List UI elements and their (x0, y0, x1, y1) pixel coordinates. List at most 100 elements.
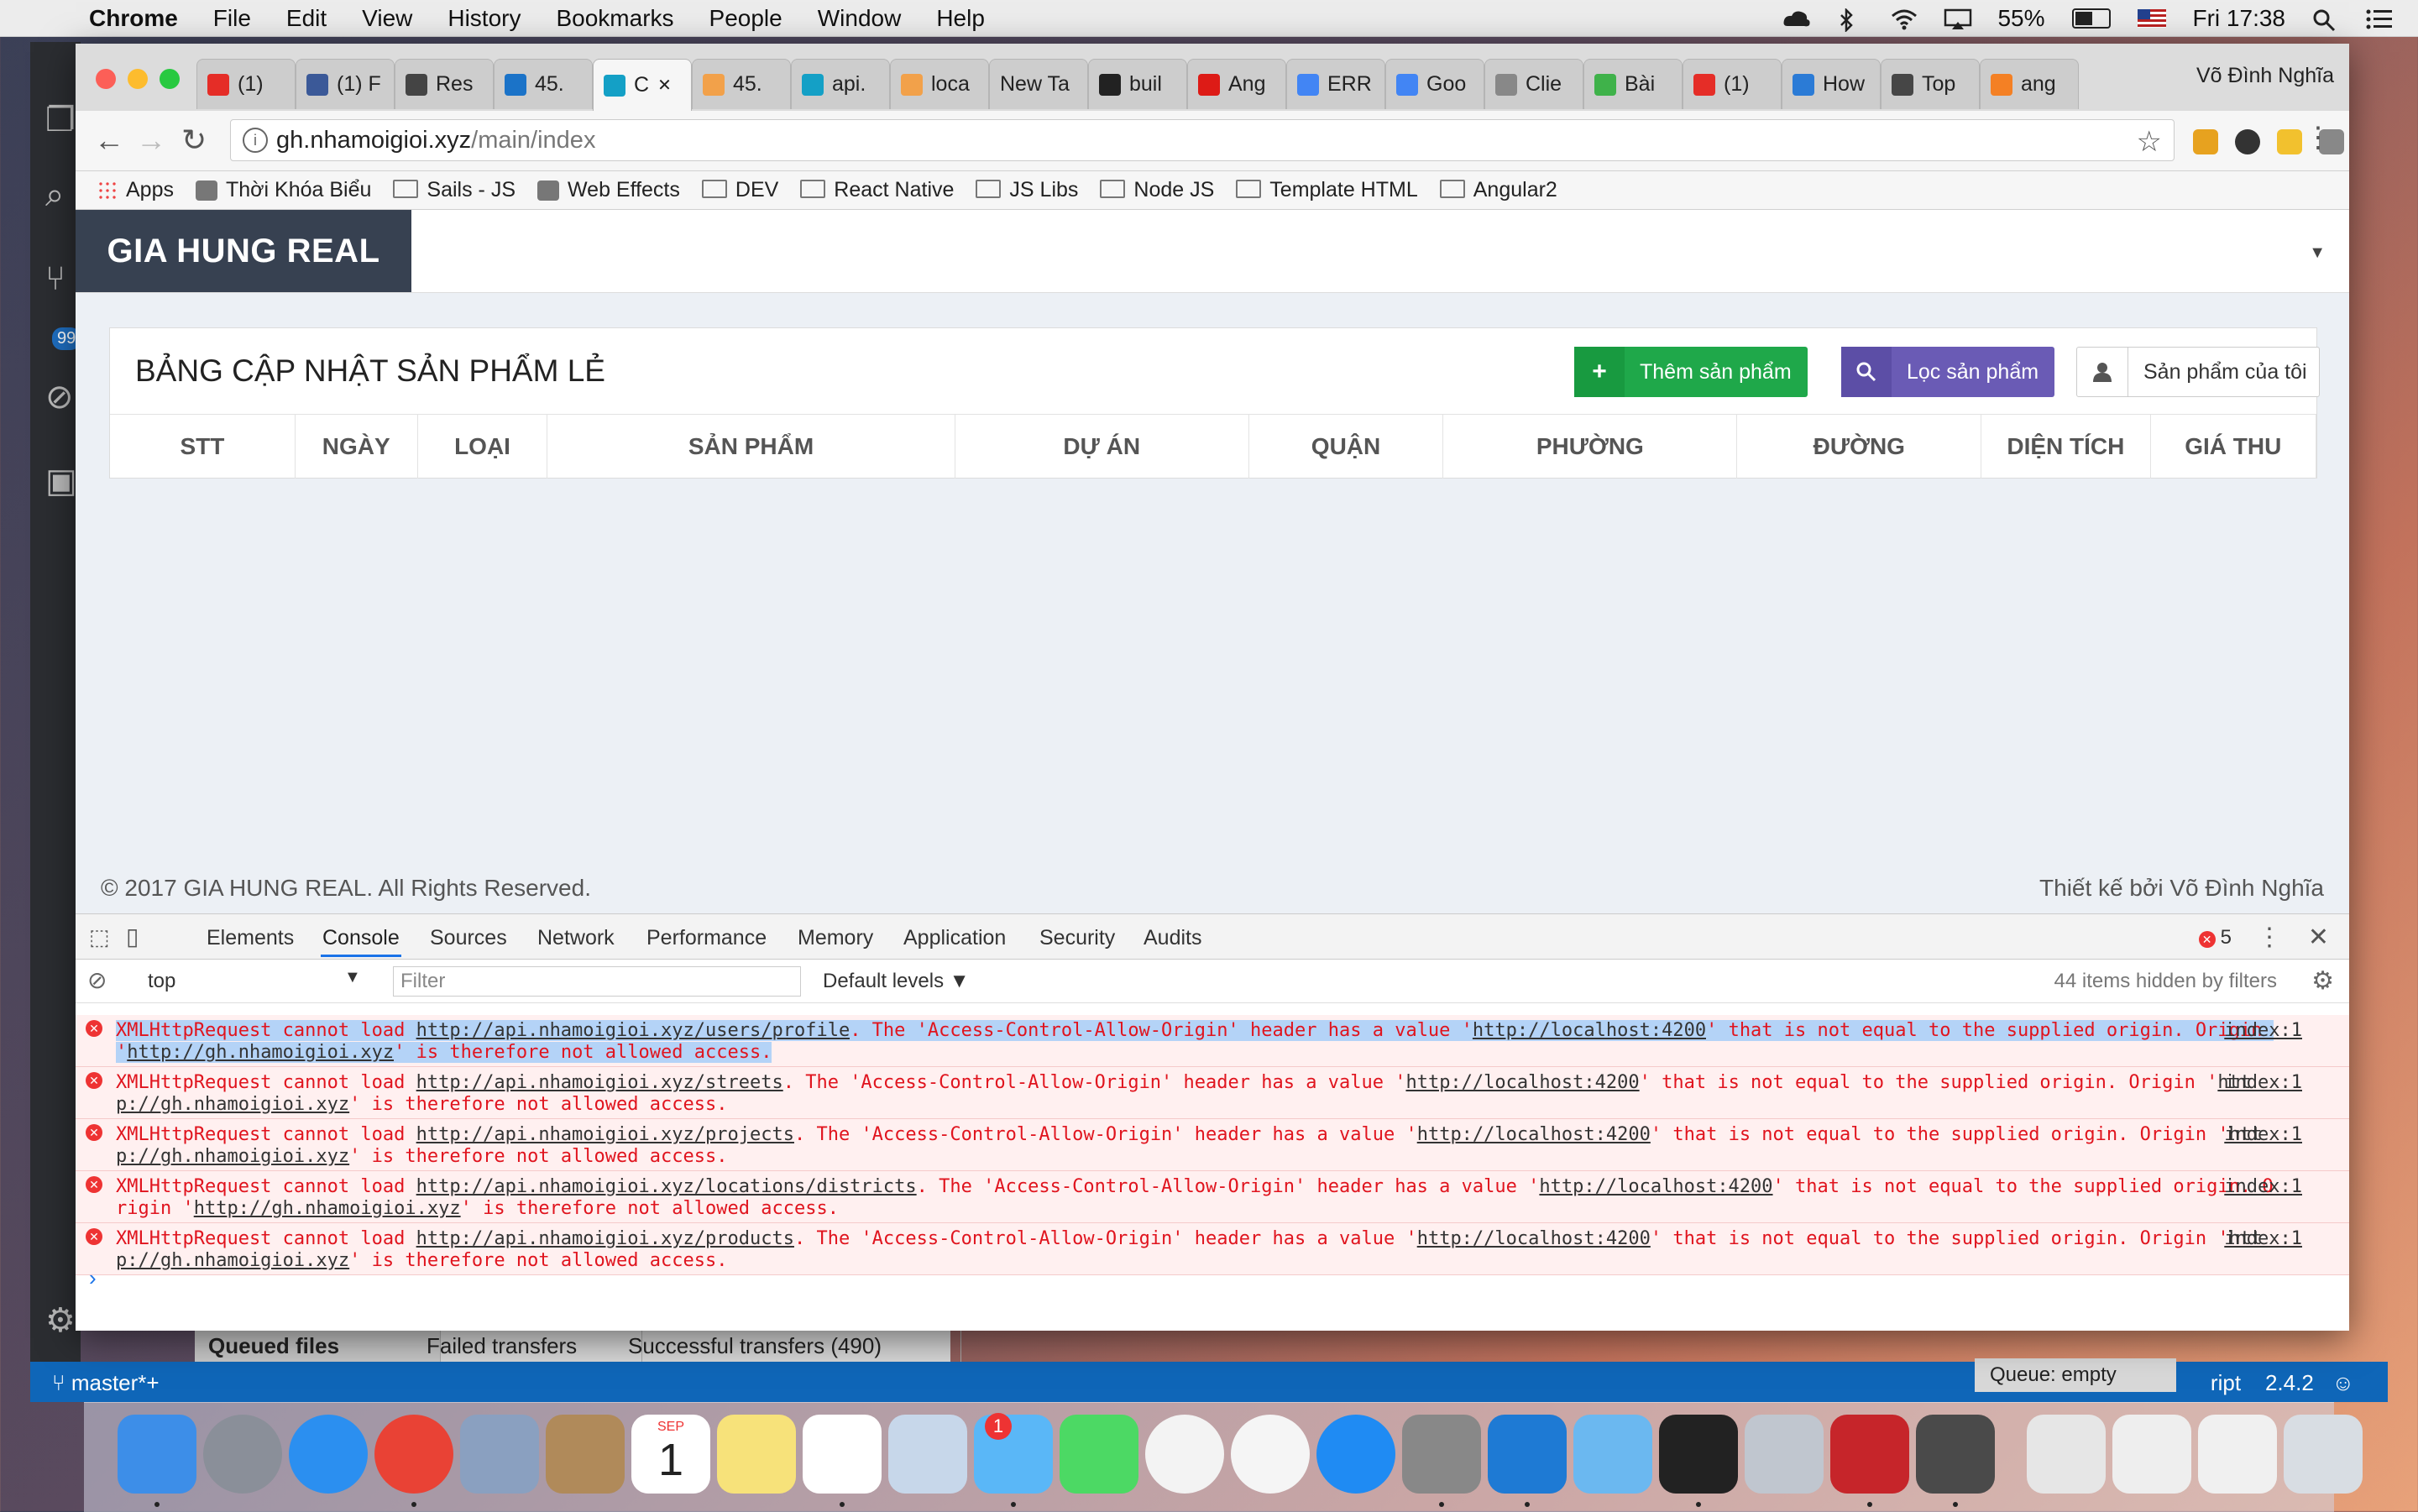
table-column-header[interactable]: ĐƯỜNG (1737, 415, 1982, 479)
table-column-header[interactable]: DIỆN TÍCH (1981, 415, 2151, 479)
menu-view[interactable]: View (362, 5, 412, 32)
browser-tab[interactable]: Goo (1385, 59, 1484, 109)
minimize-window-button[interactable] (128, 69, 148, 89)
filter-products-button[interactable]: Lọc sản phẩm (1841, 347, 2054, 397)
chrome-menu-icon[interactable]: ⋮ (2304, 121, 2332, 154)
zoom-window-button[interactable] (160, 69, 180, 89)
console-prompt[interactable]: › (89, 1265, 97, 1291)
table-column-header[interactable]: LOẠI (418, 415, 548, 479)
bookmark-item[interactable]: Angular2 (1439, 178, 1557, 202)
nav-dropdown-caret-icon[interactable]: ▼ (2309, 243, 2326, 263)
context-selector[interactable]: top (148, 970, 175, 993)
bookmark-item[interactable]: Sails - JS (393, 178, 516, 202)
error-counter[interactable]: ✕ 5 (2198, 926, 2232, 950)
menu-edit[interactable]: Edit (286, 5, 327, 32)
sql-icon[interactable] (2027, 1415, 2106, 1494)
header-value-link[interactable]: http://localhost:4200 (1405, 1072, 1639, 1093)
request-url-link[interactable]: http://api.nhamoigioi.xyz/projects (416, 1124, 794, 1145)
menu-history[interactable]: History (447, 5, 521, 32)
source-link[interactable]: index:1 (2224, 1176, 2302, 1198)
reminders-icon[interactable] (803, 1415, 882, 1494)
browser-tab[interactable]: Ang (1187, 59, 1286, 109)
contacts-icon[interactable] (546, 1415, 625, 1494)
browser-tab[interactable]: loca (890, 59, 989, 109)
preview-icon[interactable] (888, 1415, 967, 1494)
close-window-button[interactable] (96, 69, 116, 89)
bookmark-item[interactable]: Web Effects (537, 178, 680, 202)
devtools-tab-audits[interactable]: Audits (1144, 926, 1201, 950)
language-mode[interactable]: ript (2211, 1370, 2241, 1395)
my-products-button[interactable]: Sản phẩm của tôi (2076, 347, 2320, 397)
filezilla-icon[interactable] (1830, 1415, 1909, 1494)
console-error-message[interactable]: ✕ XMLHttpRequest cannot load http://api.n… (76, 1015, 2349, 1067)
header-value-link[interactable]: http://localhost:4200 (1417, 1228, 1651, 1249)
language-version[interactable]: ript 2.4.2 ☺ (2211, 1370, 2354, 1396)
facetime-icon[interactable] (1060, 1415, 1138, 1494)
inspect-element-icon[interactable]: ⬚ (89, 924, 110, 950)
context-dropdown-icon[interactable]: ▼ (344, 968, 361, 987)
folder-icon[interactable] (1573, 1415, 1652, 1494)
extension-eye-icon[interactable] (2235, 129, 2260, 154)
battery-icon[interactable] (2071, 8, 2111, 29)
console-error-message[interactable]: ✕ XMLHttpRequest cannot load http://api.n… (76, 1119, 2349, 1171)
browser-tab[interactable]: How (1782, 59, 1881, 109)
menu-file[interactable]: File (213, 5, 251, 32)
console-settings-icon[interactable]: ⚙ (2311, 966, 2334, 996)
document-stack-icon[interactable] (2198, 1415, 2277, 1494)
menu-help[interactable]: Help (936, 5, 985, 32)
notification-center-icon[interactable] (2366, 8, 2393, 29)
safari-icon[interactable] (289, 1415, 368, 1494)
console-error-message[interactable]: ✕ XMLHttpRequest cannot load http://api.n… (76, 1223, 2349, 1275)
console-error-message[interactable]: ✕ XMLHttpRequest cannot load http://api.n… (76, 1067, 2349, 1119)
origin-link[interactable]: http://gh.nhamoigioi.xyz (127, 1042, 395, 1063)
browser-tab[interactable]: ang (1980, 59, 2079, 109)
launchpad-icon[interactable] (203, 1415, 282, 1494)
browser-tab[interactable]: 45. (692, 59, 791, 109)
finder-icon[interactable] (118, 1415, 196, 1494)
notes-icon[interactable] (717, 1415, 796, 1494)
settings-gear-icon[interactable]: ⚙ (45, 1301, 76, 1340)
ftp-tab-queued[interactable]: Queued files (195, 1330, 441, 1362)
browser-tab[interactable]: C ✕ (593, 59, 692, 111)
table-column-header[interactable]: DỰ ÁN (955, 415, 1249, 479)
bookmark-item[interactable]: Template HTML (1236, 178, 1418, 202)
request-url-link[interactable]: http://api.nhamoigioi.xyz/products (416, 1228, 794, 1249)
sublime-icon[interactable] (1916, 1415, 1995, 1494)
log-levels-dropdown[interactable]: Default levels ▼ (823, 970, 970, 993)
forward-icon[interactable]: → (136, 123, 166, 158)
devtools-tab-application[interactable]: Application (903, 926, 1006, 950)
menu-people[interactable]: People (709, 5, 782, 32)
screenshot-icon[interactable] (2112, 1415, 2191, 1494)
typescript-version[interactable]: 2.4.2 (2265, 1370, 2314, 1395)
stamp-icon[interactable] (460, 1415, 539, 1494)
vscode-icon[interactable] (1488, 1415, 1567, 1494)
source-link[interactable]: index:1 (2224, 1072, 2302, 1094)
ftp-tab-successful[interactable]: Successful transfers (490) (615, 1330, 961, 1362)
browser-tab[interactable]: New Ta (989, 59, 1088, 109)
settings-icon[interactable] (1745, 1415, 1824, 1494)
bookmark-item[interactable]: JS Libs (976, 178, 1078, 202)
site-brand[interactable]: GIA HUNG REAL (76, 210, 411, 292)
browser-tab[interactable]: Clie (1484, 59, 1583, 109)
source-link[interactable]: index:1 (2224, 1228, 2302, 1250)
bookmark-item[interactable]: Apps (97, 178, 174, 202)
trash-icon[interactable] (2284, 1415, 2363, 1494)
table-column-header[interactable]: GIÁ THU (2151, 415, 2316, 479)
table-column-header[interactable]: STT (110, 415, 296, 479)
devtools-tab-sources[interactable]: Sources (430, 926, 507, 950)
reload-icon[interactable]: ↻ (181, 123, 207, 158)
header-value-link[interactable]: http://localhost:4200 (1539, 1176, 1772, 1197)
wifi-icon[interactable] (1890, 8, 1918, 30)
devtools-tab-elements[interactable]: Elements (207, 926, 294, 950)
extension-flag-icon[interactable] (2193, 129, 2218, 154)
browser-tab[interactable]: Bài (1583, 59, 1683, 109)
input-source-flag-icon[interactable] (2137, 9, 2166, 28)
browser-tab[interactable]: api. (791, 59, 890, 109)
menu-clock[interactable]: Fri 17:38 (2193, 5, 2286, 32)
devtools-menu-icon[interactable]: ⋮ (2257, 923, 2282, 952)
request-url-link[interactable]: http://api.nhamoigioi.xyz/users/profile (416, 1020, 850, 1041)
source-control-icon[interactable]: ⑂ (45, 260, 65, 298)
table-column-header[interactable]: QUẬN (1249, 415, 1444, 479)
photos-icon[interactable] (1231, 1415, 1310, 1494)
feedback-smiley-icon[interactable]: ☺ (2332, 1370, 2354, 1395)
